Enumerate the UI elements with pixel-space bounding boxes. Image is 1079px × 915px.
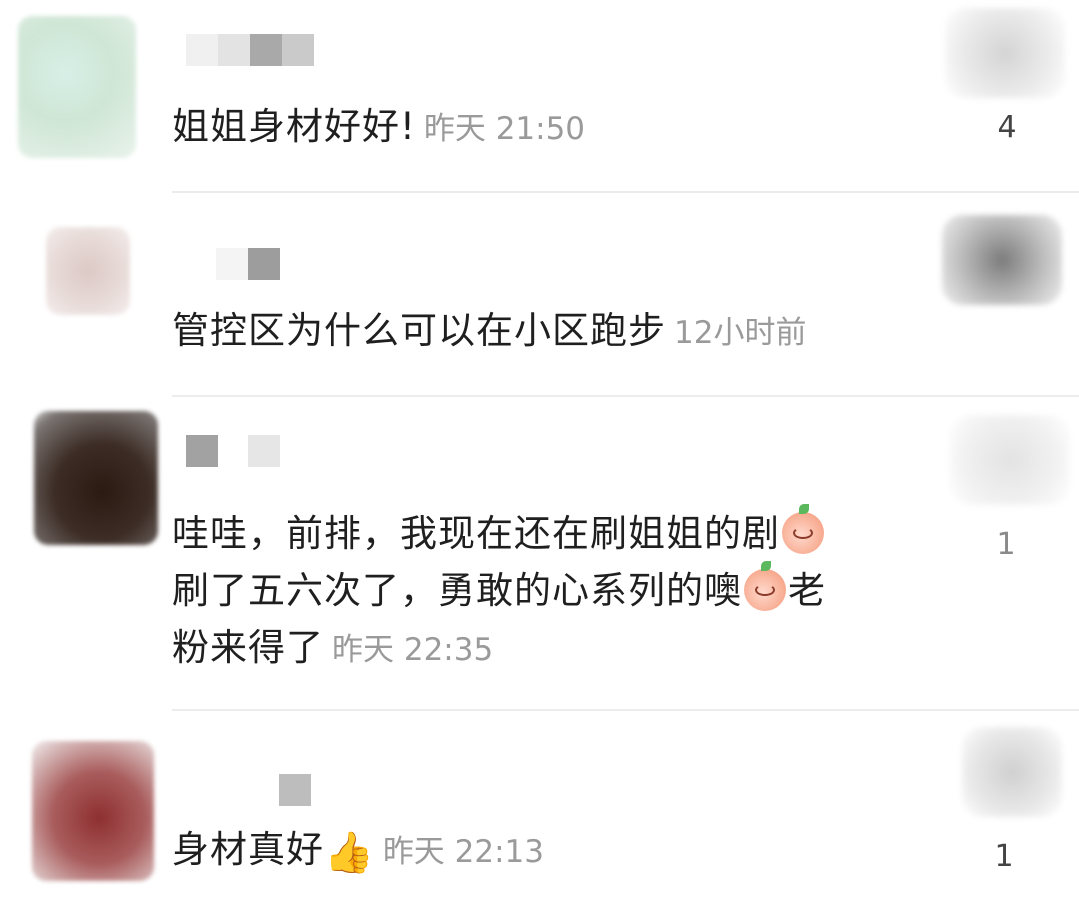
comment-time: 昨天 21:50 bbox=[423, 111, 586, 147]
peach-emoji-icon bbox=[744, 561, 786, 611]
heart-icon bbox=[950, 415, 1070, 505]
comment-item[interactable]: 姐姐身材好好! 昨天 21:50 4 bbox=[0, 0, 1079, 192]
like-button[interactable]: 1 bbox=[950, 415, 1070, 562]
heart-icon bbox=[945, 8, 1065, 98]
avatar[interactable] bbox=[46, 227, 130, 315]
like-count: 1 bbox=[994, 839, 1014, 874]
comment-item[interactable]: 身材真好👍 昨天 22:13 1 bbox=[0, 711, 1079, 915]
comment-time: 昨天 22:13 bbox=[382, 834, 545, 870]
comment-time: 昨天 22:35 bbox=[332, 632, 494, 668]
username-redacted[interactable] bbox=[279, 774, 311, 806]
avatar[interactable] bbox=[32, 741, 154, 881]
thumbs-up-emoji-icon: 👍 bbox=[324, 830, 375, 876]
username-redacted[interactable] bbox=[186, 34, 314, 66]
comment-text: 哇哇，前排，我现在还在刷姐姐的剧 刷了五六次了，勇敢的心系列的噢老 粉来得了 昨天… bbox=[172, 504, 826, 669]
heart-icon bbox=[942, 215, 1062, 305]
like-button[interactable] bbox=[942, 215, 1062, 325]
username-redacted[interactable] bbox=[216, 248, 280, 280]
like-button[interactable]: 1 bbox=[962, 727, 1079, 874]
heart-icon bbox=[962, 727, 1062, 817]
comment-item[interactable]: 哇哇，前排，我现在还在刷姐姐的剧 刷了五六次了，勇敢的心系列的噢老 粉来得了 昨天… bbox=[0, 397, 1079, 710]
like-count: 1 bbox=[996, 527, 1016, 562]
comment-text: 身材真好👍 昨天 22:13 bbox=[172, 828, 545, 876]
like-button[interactable]: 4 bbox=[945, 8, 1065, 145]
username-redacted[interactable] bbox=[186, 435, 280, 467]
comment-text: 管控区为什么可以在小区跑步 12小时前 bbox=[172, 309, 807, 352]
comment-item[interactable]: 管控区为什么可以在小区跑步 12小时前 bbox=[0, 193, 1079, 396]
avatar[interactable] bbox=[18, 16, 136, 158]
avatar[interactable] bbox=[34, 411, 158, 545]
peach-emoji-icon bbox=[782, 504, 824, 554]
like-count: 4 bbox=[997, 110, 1017, 145]
comment-time: 12小时前 bbox=[674, 315, 807, 351]
comment-text: 姐姐身材好好! 昨天 21:50 bbox=[172, 105, 586, 148]
